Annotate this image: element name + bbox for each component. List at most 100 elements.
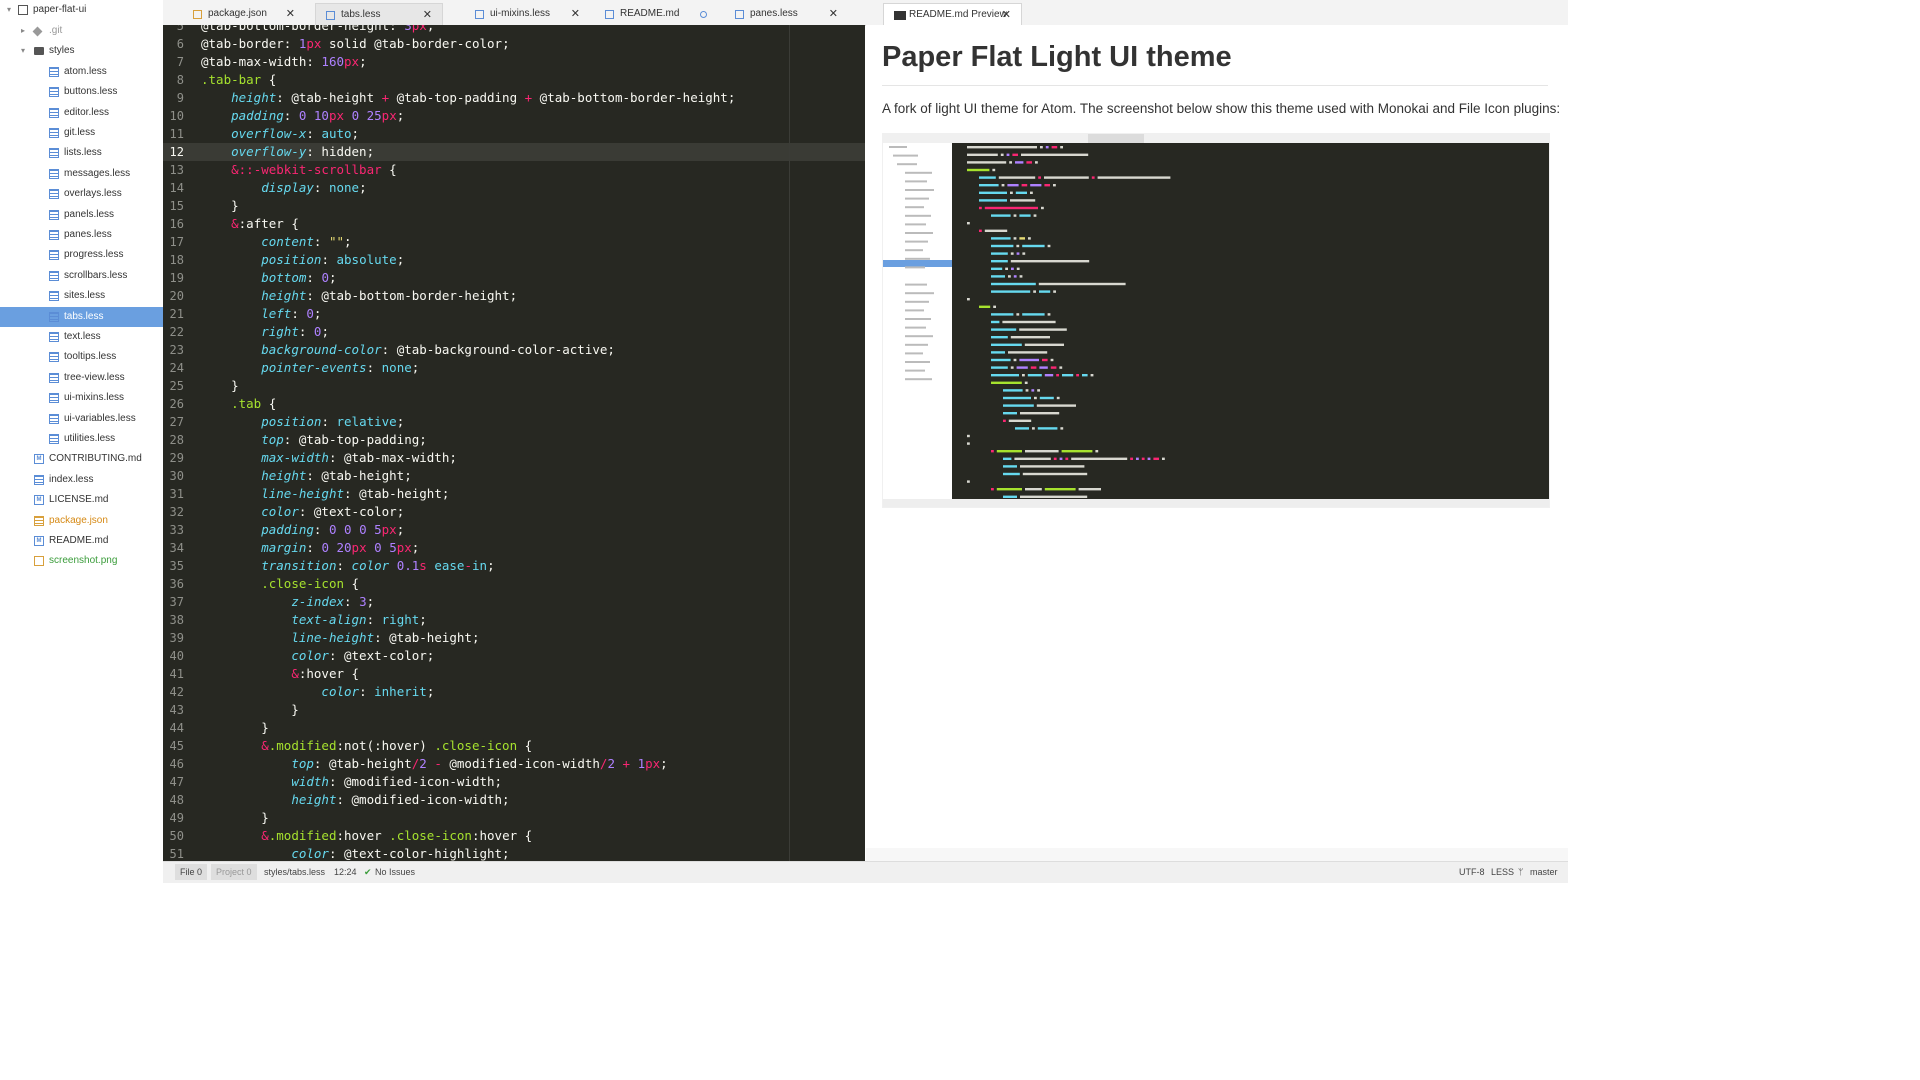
file-issues-button[interactable]: File 0 xyxy=(175,864,208,880)
tree-item-tooltips-less[interactable]: tooltips.less xyxy=(0,347,163,367)
code-line[interactable]: pointer-events: none; xyxy=(201,359,419,377)
tab-ui-mixins-less[interactable]: ui-mixins.less ✕ xyxy=(465,3,590,25)
code-line[interactable]: line-height: @tab-height; xyxy=(201,485,449,503)
tab-readme-md[interactable]: README.md xyxy=(595,3,718,25)
tree-item-ui-mixins-less[interactable]: ui-mixins.less xyxy=(0,388,163,408)
linter-status[interactable]: No Issues xyxy=(375,862,415,882)
code-line[interactable]: height: @tab-height; xyxy=(201,467,412,485)
encoding[interactable]: UTF-8 xyxy=(1459,862,1485,882)
code-line[interactable]: } xyxy=(201,197,239,215)
code-line[interactable]: margin: 0 20px 0 5px; xyxy=(201,539,419,557)
code-line[interactable]: } xyxy=(201,377,239,395)
code-line[interactable]: overflow-y: hidden; xyxy=(201,143,865,161)
tree-item-editor-less[interactable]: editor.less xyxy=(0,103,163,123)
code-line[interactable]: left: 0; xyxy=(201,305,321,323)
tree-item-readme-md[interactable]: M README.md xyxy=(0,531,163,551)
code-line[interactable]: color: @text-color-highlight; xyxy=(201,845,509,861)
code-line[interactable]: &::-webkit-scrollbar { xyxy=(201,161,397,179)
tree-item-progress-less[interactable]: progress.less xyxy=(0,245,163,265)
code-line[interactable]: position: absolute; xyxy=(201,251,404,269)
code-line[interactable]: .tab { xyxy=(201,395,276,413)
code-editor[interactable]: 5 6 7 8 9 10 11 12 13 14 15 16 17 18 19 20 21 22 23 24 25 26 2… xyxy=(163,25,865,861)
chevron-right-icon[interactable]: ▸ xyxy=(18,21,28,41)
tree-item-text-less[interactable]: text.less xyxy=(0,327,163,347)
code-line[interactable]: content: ""; xyxy=(201,233,351,251)
tree-item-overlays-less[interactable]: overlays.less xyxy=(0,184,163,204)
code-line[interactable]: } xyxy=(201,809,269,827)
code-line[interactable]: max-width: @tab-max-width; xyxy=(201,449,457,467)
code-line[interactable]: .close-icon { xyxy=(201,575,359,593)
grammar[interactable]: LESS xyxy=(1491,862,1514,882)
code-line[interactable]: color: @text-color; xyxy=(201,647,434,665)
tree-item-utilities-less[interactable]: utilities.less xyxy=(0,429,163,449)
code-line[interactable]: color: inherit; xyxy=(201,683,434,701)
code-line[interactable]: } xyxy=(201,719,269,737)
tree-item-panels-less[interactable]: panels.less xyxy=(0,205,163,225)
tree-item-ui-variables-less[interactable]: ui-variables.less xyxy=(0,409,163,429)
code-line[interactable]: @tab-bottom-border-height: 3px; xyxy=(201,25,434,35)
code-line[interactable]: width: @modified-icon-width; xyxy=(201,773,502,791)
tab-tabs-less[interactable]: tabs.less ✕ xyxy=(315,3,443,25)
code-line[interactable]: height: @tab-height + @tab-top-padding +… xyxy=(201,89,735,107)
tree-item-git[interactable]: ▸ .git xyxy=(0,21,163,41)
close-icon[interactable]: ✕ xyxy=(1002,4,1011,26)
close-icon[interactable]: ✕ xyxy=(286,3,295,25)
code-line[interactable]: @tab-max-width: 160px; xyxy=(201,53,367,71)
tree-item-contributing-md[interactable]: M CONTRIBUTING.md xyxy=(0,449,163,469)
code-line[interactable]: } xyxy=(201,701,299,719)
tree-item-license-md[interactable]: M LICENSE.md xyxy=(0,490,163,510)
tree-item-lists-less[interactable]: lists.less xyxy=(0,143,163,163)
tree-item-messages-less[interactable]: messages.less xyxy=(0,164,163,184)
tree-item-paper-flat-ui[interactable]: ▾ paper-flat-ui xyxy=(0,0,163,20)
cursor-position[interactable]: 12:24 xyxy=(334,862,357,882)
tree-item-panes-less[interactable]: panes.less xyxy=(0,225,163,245)
tree-item-sites-less[interactable]: sites.less xyxy=(0,286,163,306)
code-line[interactable]: &:after { xyxy=(201,215,299,233)
modified-indicator-icon[interactable] xyxy=(700,11,707,18)
chevron-down-icon[interactable]: ▾ xyxy=(4,0,14,20)
close-icon[interactable]: ✕ xyxy=(571,3,580,25)
tab-panes-less[interactable]: panes.less ✕ xyxy=(725,3,848,25)
code-line[interactable]: height: @modified-icon-width; xyxy=(201,791,509,809)
git-branch[interactable]: master xyxy=(1530,862,1558,882)
tree-item-git-less[interactable]: git.less xyxy=(0,123,163,143)
code-line[interactable]: height: @tab-bottom-border-height; xyxy=(201,287,517,305)
code-line[interactable]: color: @text-color; xyxy=(201,503,404,521)
tree-item-tabs-less[interactable]: tabs.less xyxy=(0,306,163,327)
code-line[interactable]: .tab-bar { xyxy=(201,71,276,89)
code-line[interactable]: padding: 0 10px 0 25px; xyxy=(201,107,404,125)
code-line[interactable]: text-align: right; xyxy=(201,611,427,629)
project-issues-button[interactable]: Project 0 xyxy=(211,864,257,880)
code-line[interactable]: top: @tab-height/2 - @modified-icon-widt… xyxy=(201,755,667,773)
code-line[interactable]: &.modified:hover .close-icon:hover { xyxy=(201,827,532,845)
code-line[interactable]: bottom: 0; xyxy=(201,269,336,287)
code-line[interactable]: position: relative; xyxy=(201,413,404,431)
tree-item-screenshot-png[interactable]: screenshot.png xyxy=(0,551,163,571)
code-line[interactable]: right: 0; xyxy=(201,323,329,341)
code-line[interactable]: padding: 0 0 0 5px; xyxy=(201,521,404,539)
code-line[interactable]: &:hover { xyxy=(201,665,359,683)
close-icon[interactable]: ✕ xyxy=(423,4,432,26)
tree-item-buttons-less[interactable]: buttons.less xyxy=(0,82,163,102)
tree-item-styles[interactable]: ▾ styles xyxy=(0,41,163,61)
tab-package-json[interactable]: package.json ✕ xyxy=(183,3,305,25)
code-line[interactable]: background-color: @tab-background-color-… xyxy=(201,341,615,359)
code-line[interactable]: z-index: 3; xyxy=(201,593,374,611)
tree-item-scrollbars-less[interactable]: scrollbars.less xyxy=(0,266,163,286)
tab-readme-md-preview[interactable]: README.md Preview ✕ xyxy=(883,3,1022,25)
tree-item-tree-view-less[interactable]: tree-view.less xyxy=(0,368,163,388)
tree-item-index-less[interactable]: index.less xyxy=(0,470,163,490)
code-line[interactable]: overflow-x: auto; xyxy=(201,125,359,143)
code-line[interactable]: @tab-border: 1px solid @tab-border-color… xyxy=(201,35,510,53)
tree-item-atom-less[interactable]: atom.less xyxy=(0,62,163,82)
code-line[interactable]: top: @tab-top-padding; xyxy=(201,431,427,449)
markdown-preview[interactable]: Paper Flat Light UI theme A fork of ligh… xyxy=(866,25,1568,861)
code-line[interactable]: display: none; xyxy=(201,179,366,197)
code-line[interactable]: &.modified:not(:hover) .close-icon { xyxy=(201,737,532,755)
file-path[interactable]: styles/tabs.less xyxy=(264,862,325,882)
tree-item-package-json[interactable]: package.json xyxy=(0,511,163,531)
chevron-down-icon[interactable]: ▾ xyxy=(18,41,28,61)
code-line[interactable]: line-height: @tab-height; xyxy=(201,629,479,647)
close-icon[interactable]: ✕ xyxy=(829,3,838,25)
code-line[interactable]: transition: color 0.1s ease-in; xyxy=(201,557,494,575)
